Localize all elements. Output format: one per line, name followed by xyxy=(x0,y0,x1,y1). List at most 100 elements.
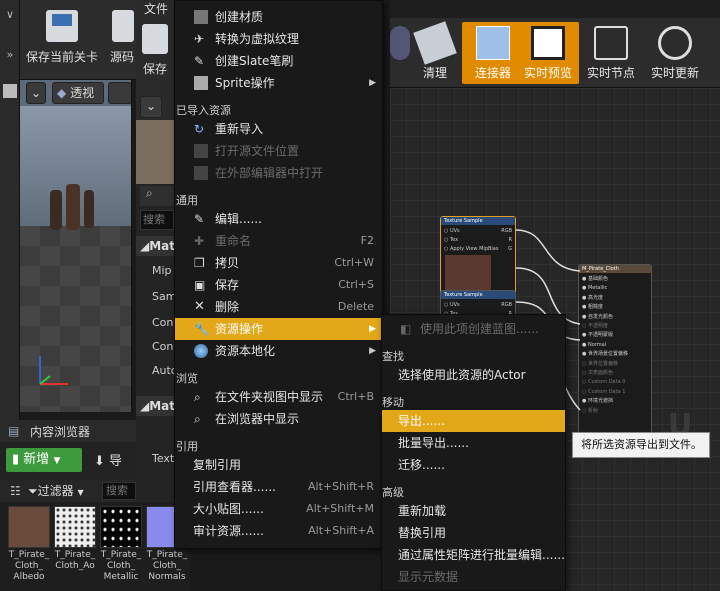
character-figure[interactable] xyxy=(50,190,62,230)
property-label: Con xyxy=(152,340,174,353)
menu-item-audit-assets[interactable]: 审计资源...... Alt+Shift+A xyxy=(175,520,382,542)
details-search-input[interactable]: 搜索 xyxy=(140,210,174,230)
submenu-arrow-icon: ▶ xyxy=(369,78,376,88)
character-figure[interactable] xyxy=(66,184,80,230)
material-preview-viewport[interactable] xyxy=(136,120,174,184)
submenu-item-reload[interactable]: 重新加载 xyxy=(382,500,565,522)
asset-tile[interactable]: T_Pirate_ Cloth_ Metallic xyxy=(100,506,142,583)
list-view-icon[interactable]: ☷ xyxy=(10,484,21,498)
shortcut-label: Alt+Shift+A xyxy=(308,524,374,537)
menu-item-label: 在文件夹视图中显示 xyxy=(215,390,324,404)
source-control-label: 源码 xyxy=(109,50,134,64)
globe-icon xyxy=(194,344,208,358)
menu-item-size-map[interactable]: 大小贴图...... Alt+Shift+M xyxy=(175,498,382,520)
submenu-item-export[interactable]: 导出...... xyxy=(382,410,565,432)
save-level-button[interactable]: 保存当前关卡 xyxy=(24,8,100,72)
source-control-icon xyxy=(112,10,134,42)
asset-thumbnail xyxy=(8,506,50,548)
submenu-item-show-metadata[interactable]: 显示元数据 xyxy=(382,566,565,588)
menu-item-label: 审计资源...... xyxy=(193,524,264,538)
menu-item-copy[interactable]: ❐ 拷贝 Ctrl+W xyxy=(175,252,382,274)
menu-item-label: 复制引用 xyxy=(193,458,242,472)
details-category-header[interactable]: ◢Mat xyxy=(136,236,175,256)
submenu-item-select-actors[interactable]: 选择使用此资源的Actor xyxy=(382,364,565,386)
menu-item-open-source-location[interactable]: 打开源文件位置 xyxy=(175,140,382,162)
menu-item-convert-virtual-texture[interactable]: ✈ 转换为虚拟纹理 xyxy=(175,28,382,50)
menu-item-label: 在外部编辑器中打开 xyxy=(215,166,324,180)
clean-up-button[interactable]: 清理 xyxy=(404,21,466,84)
category-label: Mat xyxy=(149,399,176,413)
import-icon: ⬇ xyxy=(94,454,105,469)
viewport-options-button[interactable]: ⌄ xyxy=(26,82,46,104)
chevron-down-icon: ⌄ xyxy=(145,99,157,113)
editor-save-button[interactable]: 保存 xyxy=(140,22,170,78)
menu-item-asset-actions[interactable]: 🔧 资源操作 ▶ xyxy=(175,318,382,340)
live-update-button[interactable]: 实时更新 xyxy=(644,22,706,84)
submenu-item-label: 替换引用 xyxy=(398,526,447,540)
menu-item-delete[interactable]: ✕ 删除 Delete xyxy=(175,296,382,318)
menu-item-open-external-editor[interactable]: 在外部编辑器中打开 xyxy=(175,162,382,184)
content-browser-icon: ▤ xyxy=(8,424,20,438)
connectors-button[interactable]: 连接器 xyxy=(462,22,524,84)
preview-options-button[interactable]: ⌄ xyxy=(140,96,162,118)
submenu-item-label: 显示元数据 xyxy=(398,570,459,584)
file-menu[interactable]: 文件 xyxy=(136,0,174,18)
menu-item-create-slate-brush[interactable]: ✎ 创建Slate笔刷 xyxy=(175,50,382,72)
submenu-item-create-blueprint[interactable]: ◧ 使用此项创建蓝图...... xyxy=(382,318,565,340)
left-tab-strip: ∨ » xyxy=(0,0,20,420)
menu-item-show-in-explorer[interactable]: ⌕ 在浏览器中显示 xyxy=(175,408,382,430)
reimport-icon: ↻ xyxy=(194,122,205,136)
submenu-item-bulk-edit-property-matrix[interactable]: 通过属性矩阵进行批量编辑...... xyxy=(382,544,565,566)
tab-marker-icon[interactable] xyxy=(3,84,17,98)
asset-name: Cloth_ xyxy=(152,561,182,571)
menu-item-edit[interactable]: ✎ 编辑...... xyxy=(175,208,382,230)
shortcut-label: Alt+Shift+R xyxy=(308,480,374,493)
details-category-header[interactable]: ◢Mat xyxy=(136,396,176,416)
submenu-item-migrate[interactable]: 迁移...... xyxy=(382,454,565,476)
menu-item-sprite-actions[interactable]: Sprite操作 ▶ xyxy=(175,72,382,94)
character-figure[interactable] xyxy=(84,190,94,228)
property-label: Text xyxy=(152,452,175,465)
wrench-icon: 🔧 xyxy=(194,322,209,336)
content-browser-tab[interactable]: ▤ 内容浏览器 xyxy=(0,420,136,442)
clean-up-icon xyxy=(413,21,457,65)
menu-item-reference-viewer[interactable]: 引用查看器...... Alt+Shift+R xyxy=(175,476,382,498)
menu-item-save[interactable]: ▣ 保存 Ctrl+S xyxy=(175,274,382,296)
view-mode-label: 透视 xyxy=(70,86,95,100)
add-new-button[interactable]: ▮ 新增 ▼ xyxy=(6,448,82,472)
menu-item-create-material[interactable]: 创建材质 xyxy=(175,6,382,28)
live-preview-button[interactable]: 实时预览 xyxy=(517,22,579,84)
submenu-item-replace-references[interactable]: 替换引用 xyxy=(382,522,565,544)
expand-icon[interactable]: » xyxy=(3,48,17,62)
search-icon: ⌕ xyxy=(194,390,201,404)
submenu-item-bulk-export[interactable]: 批量导出...... xyxy=(382,432,565,454)
save-icon xyxy=(46,10,78,42)
details-tab[interactable]: ⌕ xyxy=(140,186,174,206)
live-nodes-label: 实时节点 xyxy=(586,66,635,80)
asset-tile[interactable]: T_Pirate_ Cloth_Ao xyxy=(54,506,96,572)
menu-item-asset-localization[interactable]: 资源本地化 ▶ xyxy=(175,340,382,362)
import-button[interactable]: ⬇ 导 xyxy=(94,450,122,469)
menu-item-rename[interactable]: ✚ 重命名 F2 xyxy=(175,230,382,252)
menu-item-show-in-folder-view[interactable]: ⌕ 在文件夹视图中显示 Ctrl+B xyxy=(175,386,382,408)
source-control-button[interactable]: 源码 xyxy=(108,8,136,72)
live-nodes-icon xyxy=(594,26,628,60)
submenu-section-find: 查找 xyxy=(382,350,404,363)
menu-item-copy-reference[interactable]: 复制引用 xyxy=(175,454,382,476)
level-viewport[interactable]: ⌄ ◆ 透视 xyxy=(20,80,132,412)
live-nodes-button[interactable]: 实时节点 xyxy=(580,22,642,84)
filter-bar: ☷ ⏷过滤器 ▼ 搜索 xyxy=(0,480,136,502)
filters-button[interactable]: ⏷过滤器 ▼ xyxy=(28,482,98,500)
menu-item-reimport[interactable]: ↻ 重新导入 xyxy=(175,118,382,140)
live-preview-icon xyxy=(531,26,565,60)
lit-mode-button[interactable] xyxy=(108,82,131,104)
connectors-label: 连接器 xyxy=(474,66,511,80)
collapse-icon[interactable]: ∨ xyxy=(3,8,17,22)
main-toolbar: 保存当前关卡 源码 xyxy=(20,0,136,80)
menu-item-label: 引用查看器...... xyxy=(193,480,276,494)
live-preview-label: 实时预览 xyxy=(523,66,572,80)
edit-icon: ✎ xyxy=(194,212,205,226)
asset-tile[interactable]: T_Pirate_ Cloth_ Albedo xyxy=(8,506,50,583)
view-mode-button[interactable]: ◆ 透视 xyxy=(52,82,104,104)
asset-search-input[interactable]: 搜索 xyxy=(102,482,136,500)
